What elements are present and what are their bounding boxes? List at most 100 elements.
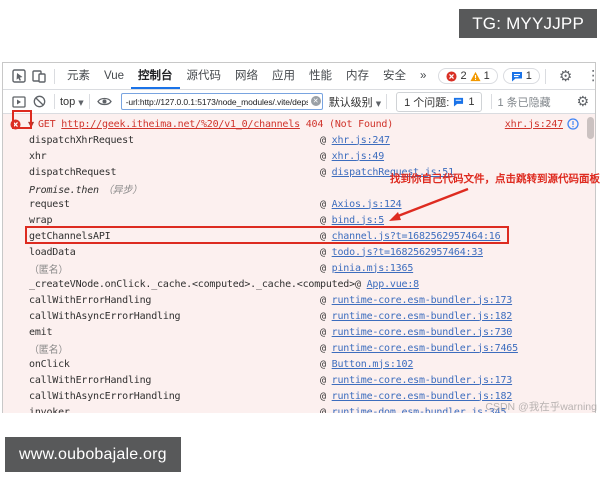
stack-frame-name: xhr (29, 151, 46, 162)
stack-frame-name: callWithErrorHandling (29, 295, 151, 306)
clear-console-icon[interactable] (29, 92, 49, 112)
issues-badge[interactable]: 1 (503, 68, 540, 84)
device-toolbar-icon[interactable] (29, 66, 49, 86)
source-link[interactable]: Axios.js:124 (332, 199, 402, 210)
stack-frame-name-cell: dispatchRequest (29, 167, 320, 178)
stack-frame-row: （匿名）@ runtime-core.esm-bundler.js:7465 (3, 340, 595, 356)
stack-frame-name-cell: _createVNode.onClick._cache.<computed>._… (29, 279, 355, 290)
console-scrollbar[interactable] (587, 115, 594, 411)
source-link[interactable]: xhr.js:49 (332, 151, 384, 162)
error-source-link[interactable]: xhr.js:247 (505, 119, 563, 130)
tab-3[interactable]: 源代码 (180, 64, 229, 89)
scrollbar-thumb[interactable] (587, 117, 594, 139)
tab-8[interactable]: 安全 (376, 64, 413, 89)
clear-filter-icon[interactable]: ✕ (311, 96, 321, 106)
at-symbol: @ (320, 375, 332, 386)
source-link[interactable]: runtime-core.esm-bundler.js:7465 (332, 343, 518, 354)
source-link[interactable]: App.vue:8 (367, 279, 419, 290)
tab-7[interactable]: 内存 (339, 64, 376, 89)
at-symbol: @ (320, 327, 332, 338)
source-link[interactable]: runtime-core.esm-bundler.js:173 (332, 295, 512, 306)
stack-frame-location: @ xhr.js:247 (320, 135, 390, 146)
stack-frame-name: request (29, 199, 70, 210)
stack-frame-name-cell: xhr (29, 151, 320, 162)
tab-5[interactable]: 应用 (265, 64, 302, 89)
request-url-link[interactable]: http://geek.itheima.net/%20/v1_0/channel… (61, 119, 300, 130)
source-link[interactable]: runtime-core.esm-bundler.js:173 (332, 375, 512, 386)
source-link[interactable]: runtime-core.esm-bundler.js:182 (332, 311, 512, 322)
inspect-element-icon[interactable] (9, 66, 29, 86)
tab-4[interactable]: 网络 (228, 64, 265, 89)
filter-field-wrap: ✕ (121, 93, 323, 110)
at-symbol: @ (320, 199, 332, 210)
stack-frame-location: @ runtime-core.esm-bundler.js:7465 (320, 343, 518, 354)
more-tabs-chevron[interactable]: » (413, 64, 433, 89)
error-count-icon (446, 71, 457, 82)
at-symbol: @ (320, 407, 332, 414)
stack-frame-location: @ bind.js:5 (320, 215, 384, 226)
source-link[interactable]: todo.js?t=1682562957464:33 (332, 247, 483, 258)
http-method: GET (38, 119, 55, 130)
stack-frame-location: @ runtime-core.esm-bundler.js:730 (320, 327, 512, 338)
stack-frame-row: wrap@ bind.js:5 (3, 212, 595, 228)
console-status-badges[interactable]: 2 1 (438, 68, 497, 84)
tab-1[interactable]: Vue (97, 64, 131, 89)
settings-gear-icon[interactable]: ⚙ (559, 67, 572, 85)
async-label: （异步） (103, 185, 142, 196)
console-filter-input[interactable] (121, 93, 323, 110)
stack-frame-name: emit (29, 327, 52, 338)
stack-frame-name: _createVNode.onClick._cache.<computed>._… (29, 279, 355, 290)
at-symbol: @ (320, 167, 332, 178)
issues-counter-button[interactable]: 1 个问题: 1 (396, 92, 482, 112)
source-link[interactable]: channel.js?t=1682562957464:16 (332, 231, 501, 242)
stack-frame-location: @ xhr.js:49 (320, 151, 384, 162)
issues-icon (511, 71, 523, 82)
stack-frame-name: Promise.then (29, 185, 99, 196)
stack-frame-location: @ pinia.mjs:1365 (320, 263, 413, 274)
stack-frame-row: callWithErrorHandling@ runtime-core.esm-… (3, 292, 595, 308)
stack-frame-name-cell: wrap (29, 215, 320, 226)
issues-count: 1 (468, 96, 474, 108)
tab-6[interactable]: 性能 (302, 64, 339, 89)
log-level-dropdown[interactable]: 默认级别▼ (329, 94, 381, 110)
console-toolbar: top▼ ✕ 默认级别▼ 1 个问题: 1 1 条已隐藏 ⚙ (3, 90, 595, 114)
at-symbol: @ (320, 151, 332, 162)
error-count: 2 (460, 70, 466, 82)
issue-link-icon[interactable] (567, 118, 579, 130)
live-expression-eye-icon[interactable] (95, 92, 115, 112)
stack-frame-row: request @ Axios.js:124 (3, 196, 595, 212)
error-message: GET http://geek.itheima.net/%20/v1_0/cha… (38, 119, 393, 130)
source-link[interactable]: xhr.js:247 (332, 135, 390, 146)
stack-frame-location: @ runtime-core.esm-bundler.js:173 (320, 375, 512, 386)
context-selector[interactable]: top▼ (60, 96, 84, 108)
expand-triangle-icon[interactable]: ▼ (28, 120, 34, 129)
stack-frame-name-cell: invoker (29, 407, 320, 414)
console-settings-gear-icon[interactable]: ⚙ (576, 94, 589, 110)
tab-0[interactable]: 元素 (60, 64, 97, 89)
at-symbol: @ (320, 311, 332, 322)
source-link[interactable]: pinia.mjs:1365 (332, 263, 414, 274)
stack-frame-name-cell: request (29, 199, 320, 210)
tg-watermark-badge: TG: MYYJJPP (459, 9, 597, 38)
issues-icon (453, 97, 464, 107)
source-link[interactable]: runtime-core.esm-bundler.js:730 (332, 327, 512, 338)
source-link[interactable]: Button.mjs:102 (332, 359, 414, 370)
divider (89, 94, 90, 109)
stack-frame-row: emit @ runtime-core.esm-bundler.js:730 (3, 324, 595, 340)
stack-frame-name: getChannelsAPI (29, 231, 111, 242)
stack-frame-name-cell: dispatchXhrRequest (29, 135, 320, 146)
devtools-tab-bar: 元素Vue控制台源代码网络应用性能内存安全» 2 1 1 ⚙ ⋮ ✕ (3, 63, 595, 90)
screenshot-root: { "overlays": { "tg_badge": "TG: MYYJJPP… (0, 0, 600, 480)
console-sidebar-toggle-icon[interactable] (9, 92, 29, 112)
tab-2[interactable]: 控制台 (131, 64, 180, 89)
divider (545, 69, 546, 84)
divider (386, 94, 387, 109)
source-link[interactable]: bind.js:5 (332, 215, 384, 226)
source-link[interactable]: runtime-dom.esm-bundler.js:345 (332, 407, 507, 414)
stack-frame-name-cell: callWithAsyncErrorHandling (29, 311, 320, 322)
more-options-kebab-icon[interactable]: ⋮ (586, 68, 600, 84)
stack-frame-row: xhr @ xhr.js:49 (3, 148, 595, 164)
csdn-watermark: CSDN @我在乎warning (485, 399, 597, 414)
console-error-row: ▼ GET http://geek.itheima.net/%20/v1_0/c… (3, 114, 595, 132)
warning-count: 1 (484, 70, 490, 82)
